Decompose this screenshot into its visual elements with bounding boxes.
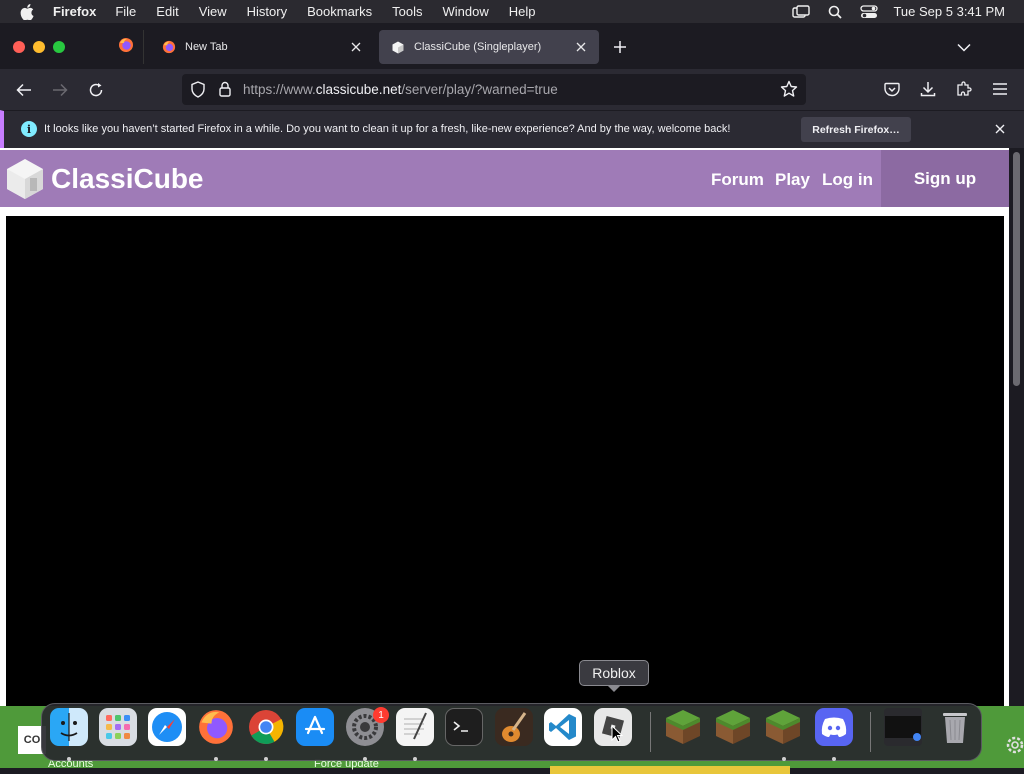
minecraft-icon[interactable]	[664, 708, 702, 746]
finder-icon[interactable]	[50, 708, 88, 746]
menu-tools[interactable]: Tools	[392, 4, 422, 19]
forward-arrow-icon[interactable]	[48, 78, 72, 102]
firefox-icon	[161, 39, 177, 55]
back-arrow-icon[interactable]	[12, 78, 36, 102]
minecraft-icon[interactable]	[714, 708, 752, 746]
firefox-icon	[118, 37, 134, 58]
control-center-icon[interactable]	[859, 4, 879, 20]
launchpad-icon[interactable]	[99, 708, 137, 746]
menu-help[interactable]: Help	[509, 4, 536, 19]
trash-icon[interactable]	[936, 708, 974, 746]
menu-app-name[interactable]: Firefox	[53, 4, 96, 19]
info-icon: i	[21, 121, 37, 137]
dock-tooltip-arrow	[608, 686, 620, 692]
reload-icon[interactable]	[84, 78, 108, 102]
page-content: ClassiCube Forum Play Log in Sign up	[0, 148, 1009, 768]
dock-tooltip: Roblox	[579, 660, 649, 686]
background-yellow-bar	[550, 766, 790, 774]
extensions-puzzle-icon[interactable]	[954, 79, 974, 99]
dock-running-indicator	[214, 757, 218, 761]
nav-forum-link[interactable]: Forum	[711, 170, 764, 190]
url-prefix: https://www.	[243, 82, 316, 97]
pinned-tab-firefox[interactable]	[108, 30, 144, 64]
dock-separator	[650, 712, 651, 752]
address-bar[interactable]: https://www.classicube.net/server/play/?…	[182, 74, 806, 105]
url-path: /server/play/?warned=true	[401, 82, 558, 97]
tab-title: New Tab	[185, 41, 228, 53]
menu-bookmarks[interactable]: Bookmarks	[307, 4, 372, 19]
hamburger-menu-icon[interactable]	[990, 79, 1010, 99]
notification-badge: 1	[373, 707, 389, 723]
url-text[interactable]: https://www.classicube.net/server/play/?…	[243, 82, 558, 97]
close-tab-icon[interactable]	[348, 39, 364, 55]
menu-view[interactable]: View	[199, 4, 227, 19]
site-header: ClassiCube Forum Play Log in Sign up	[0, 150, 1009, 207]
url-domain: classicube.net	[315, 82, 402, 97]
tracking-protection-shield-icon[interactable]	[190, 81, 207, 98]
tab-new-tab[interactable]: New Tab	[150, 30, 374, 64]
dock-running-indicator	[363, 757, 367, 761]
game-canvas[interactable]	[6, 216, 1004, 768]
terminal-icon[interactable]	[445, 708, 483, 746]
menu-window[interactable]: Window	[443, 4, 489, 19]
macos-menubar: Firefox File Edit View History Bookmarks…	[0, 0, 1024, 23]
notification-message: It looks like you haven’t started Firefo…	[44, 123, 731, 135]
window-minimize-button[interactable]	[33, 41, 45, 53]
dock-running-indicator	[264, 757, 268, 761]
pocket-icon[interactable]	[882, 79, 902, 99]
gear-icon[interactable]	[1004, 734, 1024, 756]
list-all-tabs-chevron-icon[interactable]	[955, 38, 973, 56]
safari-icon[interactable]	[148, 708, 186, 746]
mouse-pointer-icon	[611, 725, 623, 743]
nav-play-link[interactable]: Play	[775, 170, 810, 190]
menubar-clock[interactable]: Tue Sep 5 3:41 PM	[893, 4, 1005, 19]
classicube-logo-icon[interactable]	[6, 158, 44, 200]
new-tab-plus-icon[interactable]	[611, 38, 629, 56]
tab-title: ClassiCube (Singleplayer)	[414, 41, 542, 53]
dock-running-indicator	[782, 757, 786, 761]
lock-icon[interactable]	[218, 81, 235, 98]
discord-icon[interactable]	[815, 708, 853, 746]
page-scrollbar-thumb[interactable]	[1013, 152, 1020, 386]
garageband-icon[interactable]	[495, 708, 533, 746]
dock-running-indicator	[832, 757, 836, 761]
classicube-icon	[390, 39, 406, 55]
dock-separator	[870, 712, 871, 752]
close-notification-icon[interactable]	[993, 122, 1007, 136]
tab-classicube[interactable]: ClassiCube (Singleplayer)	[379, 30, 599, 64]
nav-login-link[interactable]: Log in	[822, 170, 873, 190]
apple-menu-icon[interactable]	[19, 3, 35, 20]
visual-studio-code-icon[interactable]	[544, 708, 582, 746]
menu-file[interactable]: File	[115, 4, 136, 19]
recent-window-thumbnail-icon[interactable]	[884, 708, 922, 746]
refresh-firefox-button[interactable]: Refresh Firefox…	[801, 117, 911, 142]
close-tab-icon[interactable]	[573, 39, 589, 55]
google-chrome-icon[interactable]	[247, 708, 285, 746]
window-close-button[interactable]	[13, 41, 25, 53]
signup-button[interactable]: Sign up	[881, 150, 1009, 207]
menu-history[interactable]: History	[247, 4, 287, 19]
minecraft-icon[interactable]	[764, 708, 802, 746]
spotlight-search-icon[interactable]	[825, 4, 845, 20]
downloads-icon[interactable]	[918, 79, 938, 99]
notification-bar: i It looks like you haven’t started Fire…	[0, 110, 1024, 148]
bookmark-star-icon[interactable]	[780, 80, 798, 98]
dock-running-indicator	[413, 757, 417, 761]
textedit-icon[interactable]	[396, 708, 434, 746]
window-zoom-button[interactable]	[53, 41, 65, 53]
menu-edit[interactable]: Edit	[156, 4, 178, 19]
firefox-icon[interactable]	[197, 708, 235, 746]
site-logo-text[interactable]: ClassiCube	[51, 163, 204, 195]
screen-mirroring-icon[interactable]	[791, 4, 811, 20]
dock-running-indicator	[67, 757, 71, 761]
app-store-icon[interactable]	[296, 708, 334, 746]
